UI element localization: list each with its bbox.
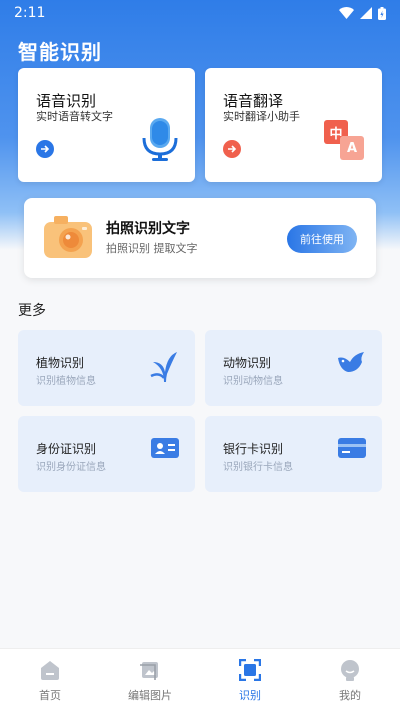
tab-edit-image[interactable]: 编辑图片 [100,649,200,711]
page-title: 智能识别 [18,40,102,64]
tab-label: 识别 [239,689,261,702]
signal-icon [360,7,372,19]
more-section-title: 更多 [18,303,46,319]
tile-subtitle: 识别动物信息 [223,376,283,387]
bank-card-icon [338,438,366,458]
battery-icon [378,6,386,20]
status-bar: 2:11 [0,0,400,26]
status-time: 2:11 [14,5,46,21]
photo-card-title: 拍照识别文字 [106,221,190,237]
tile-title: 植物识别 [36,356,85,370]
arrow-right-icon[interactable] [223,140,241,158]
home-icon [41,661,59,680]
tile-title: 动物识别 [223,356,272,370]
wifi-icon [339,7,354,19]
plant-icon [150,352,177,382]
tab-home[interactable]: 首页 [0,649,100,711]
status-icons [339,6,386,20]
card-subtitle: 实时语音转文字 [36,110,113,123]
id-card-icon [151,438,179,458]
voice-translation-card[interactable]: 语音翻译 实时翻译小助手 中 A [205,68,382,182]
tile-subtitle: 识别身份证信息 [36,462,106,473]
microphone-icon [142,118,178,161]
tile-subtitle: 识别植物信息 [36,376,96,387]
crop-icon [140,662,158,680]
photo-card-subtitle: 拍照识别 提取文字 [106,242,198,255]
bank-card-recognition-tile[interactable]: 银行卡识别 识别银行卡信息 [205,416,382,492]
id-card-recognition-tile[interactable]: 身份证识别 识别身份证信息 [18,416,195,492]
plant-recognition-tile[interactable]: 植物识别 识别植物信息 [18,330,195,406]
go-use-button[interactable]: 前往使用 [287,225,357,253]
scan-icon [239,659,261,681]
camera-icon [44,216,92,258]
card-subtitle: 实时翻译小助手 [223,110,300,123]
tile-title: 银行卡识别 [223,442,284,456]
tile-subtitle: 识别银行卡信息 [223,462,293,473]
tab-label: 首页 [39,689,61,702]
tab-label: 我的 [339,689,361,702]
photo-text-recognition-card[interactable]: 拍照识别文字 拍照识别 提取文字 前往使用 [24,198,376,278]
tile-title: 身份证识别 [36,442,97,456]
profile-icon [341,660,359,681]
translate-icon: 中 A [324,120,364,160]
bird-icon [338,352,364,372]
tab-mine[interactable]: 我的 [300,649,400,711]
voice-recognition-card[interactable]: 语音识别 实时语音转文字 [18,68,195,182]
tab-recognize[interactable]: 识别 [200,649,300,711]
translate-en-badge: A [340,136,364,160]
animal-recognition-tile[interactable]: 动物识别 识别动物信息 [205,330,382,406]
bottom-tab-bar: 首页 编辑图片 识别 我的 [0,648,400,711]
arrow-right-icon[interactable] [36,140,54,158]
tab-label: 编辑图片 [128,689,172,702]
